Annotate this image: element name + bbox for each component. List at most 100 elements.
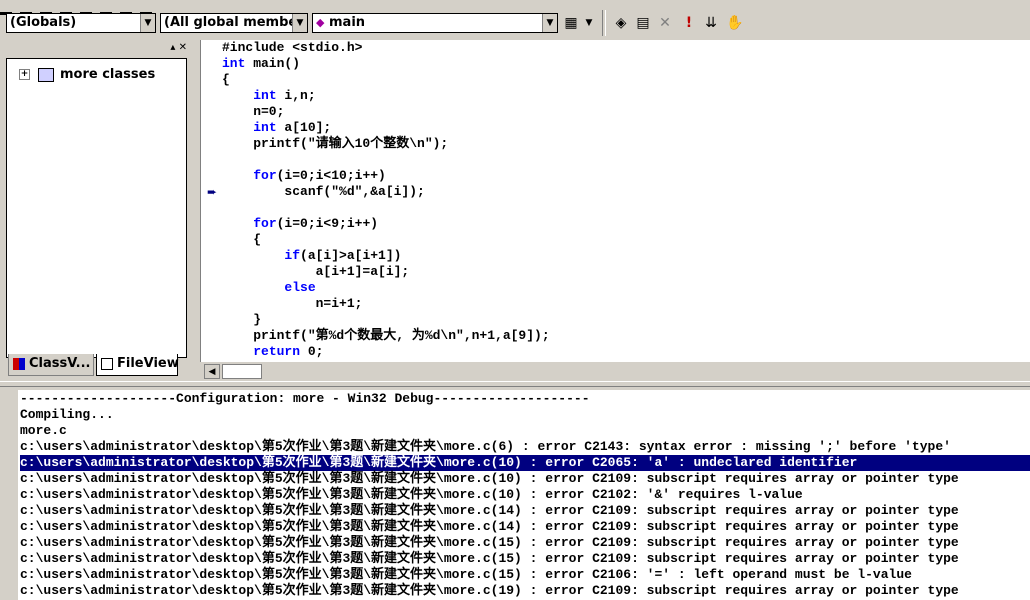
classview-icon bbox=[13, 357, 25, 370]
tree-node-root[interactable]: + more classes bbox=[19, 67, 155, 82]
code-text: i,n; bbox=[276, 88, 316, 103]
code-text: { bbox=[222, 72, 230, 87]
current-line-arrow-icon: ➨ bbox=[207, 185, 218, 199]
function-combo-value: main bbox=[329, 15, 366, 30]
code-text: (i=0;i<9;i++) bbox=[276, 216, 379, 231]
code-keyword: for bbox=[253, 216, 277, 231]
code-text: #include <stdio.h> bbox=[222, 40, 363, 55]
build-icon[interactable]: ▤ bbox=[634, 14, 652, 32]
output-line[interactable]: c:\users\administrator\desktop\第5次作业\第3题… bbox=[20, 439, 951, 455]
output-line[interactable]: c:\users\administrator\desktop\第5次作业\第3题… bbox=[20, 471, 959, 487]
chevron-down-icon[interactable]: ▼ bbox=[292, 14, 307, 32]
output-line[interactable]: c:\users\administrator\desktop\第5次作业\第3题… bbox=[20, 519, 959, 535]
function-combo[interactable]: ◆ main ▼ bbox=[312, 13, 558, 33]
code-keyword: if bbox=[284, 248, 301, 263]
members-combo[interactable]: (All global members ▼ bbox=[160, 13, 308, 33]
output-line[interactable]: Compiling... bbox=[20, 407, 114, 423]
code-line: { bbox=[222, 72, 550, 88]
output-line[interactable]: c:\users\administrator\desktop\第5次作业\第3题… bbox=[20, 503, 959, 519]
output-line[interactable]: --------------------Configuration: more … bbox=[20, 391, 590, 407]
expand-icon[interactable]: + bbox=[19, 69, 30, 80]
code-editor[interactable]: ➨ #include <stdio.h> int main(){ int i,n;… bbox=[200, 40, 1030, 362]
code-line: if(a[i]>a[i+1]) bbox=[222, 248, 550, 264]
breakpoint-hand-icon[interactable]: ✋ bbox=[726, 14, 744, 32]
tab-fileview[interactable]: FileView bbox=[96, 354, 179, 376]
code-text: printf("第%d个数最大, 为%d\n",n+1,a[9]); bbox=[222, 328, 550, 343]
scrollbar-track[interactable] bbox=[222, 364, 262, 379]
tab-classview[interactable]: ClassV... bbox=[8, 354, 94, 376]
code-line: else bbox=[222, 280, 550, 296]
editor-horizontal-scrollbar[interactable]: ◀ bbox=[200, 362, 262, 380]
toolbar-top-strip bbox=[0, 0, 300, 15]
code-line: n=0; bbox=[222, 104, 550, 120]
close-icon[interactable]: ✕ bbox=[179, 42, 187, 53]
code-keyword: else bbox=[284, 280, 316, 295]
source-code[interactable]: #include <stdio.h> int main(){ int i,n; n… bbox=[222, 40, 550, 360]
code-text: scanf("%d",&a[i]); bbox=[222, 184, 425, 199]
stop-build-icon[interactable]: ✕ bbox=[656, 14, 674, 32]
output-line-selected[interactable]: c:\users\administrator\desktop\第5次作业\第3题… bbox=[20, 455, 1030, 471]
code-keyword: return bbox=[253, 344, 301, 359]
code-line: return 0; bbox=[222, 344, 550, 360]
code-line: for(i=0;i<10;i++) bbox=[222, 168, 550, 184]
tree-node-label: more classes bbox=[60, 67, 156, 82]
scope-combo-value: (Globals) bbox=[10, 15, 77, 30]
workspace-header: ▴ ✕ bbox=[0, 40, 195, 58]
code-line: n=i+1; bbox=[222, 296, 550, 312]
build-output[interactable]: --------------------Configuration: more … bbox=[18, 390, 1030, 600]
function-icon: ◆ bbox=[316, 16, 325, 29]
code-line: scanf("%d",&a[i]); bbox=[222, 184, 550, 200]
output-line[interactable]: c:\users\administrator\desktop\第5次作业\第3题… bbox=[20, 487, 803, 503]
classes-icon bbox=[38, 67, 54, 82]
code-line: printf("请输入10个整数\n"); bbox=[222, 136, 550, 152]
code-line: a[i+1]=a[i]; bbox=[222, 264, 550, 280]
code-keyword: int bbox=[253, 120, 277, 135]
output-line[interactable]: more.c bbox=[20, 423, 67, 439]
scroll-left-icon[interactable]: ◀ bbox=[204, 364, 220, 379]
pane-splitter[interactable] bbox=[0, 381, 1030, 387]
compile-icon[interactable]: ◈ bbox=[612, 14, 630, 32]
code-line: int a[10]; bbox=[222, 120, 550, 136]
output-line[interactable]: c:\users\administrator\desktop\第5次作业\第3题… bbox=[20, 551, 959, 567]
tab-label: FileView bbox=[117, 356, 179, 371]
code-line: { bbox=[222, 232, 550, 248]
code-text: (i=0;i<10;i++) bbox=[276, 168, 386, 183]
go-icon[interactable]: ⇊ bbox=[702, 14, 720, 32]
code-text: a[10]; bbox=[276, 120, 332, 135]
tab-label: ClassV... bbox=[29, 356, 91, 371]
scope-combo[interactable]: (Globals) ▼ bbox=[6, 13, 156, 33]
code-text: { bbox=[222, 232, 262, 247]
output-line[interactable]: c:\users\administrator\desktop\第5次作业\第3题… bbox=[20, 567, 912, 583]
code-line: printf("第%d个数最大, 为%d\n",n+1,a[9]); bbox=[222, 328, 550, 344]
toolbar: (Globals) ▼ (All global members ▼ ◆ main… bbox=[0, 0, 1030, 40]
code-text: } bbox=[222, 312, 262, 327]
code-line: int main() bbox=[222, 56, 550, 72]
wizard-dropdown-icon[interactable]: ▼ bbox=[580, 14, 598, 32]
chevron-down-icon[interactable]: ▼ bbox=[542, 14, 557, 32]
code-text: (a[i]>a[i+1]) bbox=[300, 248, 402, 263]
code-keyword: for bbox=[253, 168, 277, 183]
code-line: for(i=0;i<9;i++) bbox=[222, 216, 550, 232]
dock-icon[interactable]: ▴ bbox=[170, 42, 175, 53]
output-line[interactable]: c:\users\administrator\desktop\第5次作业\第3题… bbox=[20, 583, 959, 599]
code-text: main() bbox=[245, 56, 301, 71]
wizard-action-icon[interactable]: ▦ bbox=[562, 14, 580, 32]
chevron-down-icon[interactable]: ▼ bbox=[140, 14, 155, 32]
code-text: a[i+1]=a[i]; bbox=[222, 264, 410, 279]
output-line[interactable]: c:\users\administrator\desktop\第5次作业\第3题… bbox=[20, 535, 959, 551]
workspace-pane: ▴ ✕ + more classes ClassV... FileView bbox=[0, 40, 195, 380]
class-tree[interactable]: + more classes bbox=[6, 58, 187, 358]
workspace-header-buttons: ▴ ✕ bbox=[170, 42, 187, 53]
code-line: #include <stdio.h> bbox=[222, 40, 550, 56]
execute-icon[interactable]: ! bbox=[680, 14, 698, 32]
code-line: } bbox=[222, 312, 550, 328]
code-line: int i,n; bbox=[222, 88, 550, 104]
